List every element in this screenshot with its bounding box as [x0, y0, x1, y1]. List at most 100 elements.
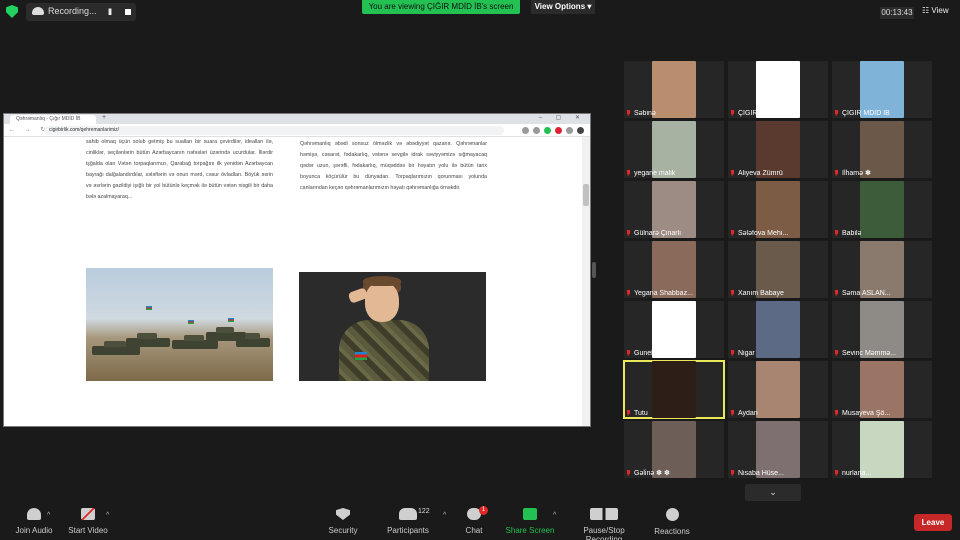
participant-tile[interactable]: Səma ASLAN...	[832, 241, 932, 298]
start-video-button[interactable]: Start Video	[48, 508, 128, 535]
shield-icon	[336, 508, 350, 520]
reactions-label: Reactions	[654, 527, 690, 536]
profile-avatar[interactable]	[577, 127, 584, 134]
participant-name: Sevinc Məmmə...	[834, 350, 896, 357]
participant-name: Yegana Shabbaz...	[626, 290, 693, 297]
browser-tab[interactable]: Qəhrəmanlıq - Çığır MDİD İB	[10, 115, 96, 124]
view-options-button[interactable]: View Options ▾	[531, 0, 595, 14]
participant-name: Musayeva Şö...	[834, 410, 890, 417]
participant-name-text: ÇIĞIR MDİD İB	[842, 110, 890, 117]
extension-icon[interactable]	[522, 127, 529, 134]
participant-name: Gunelmuhi	[626, 350, 668, 357]
reactions-button[interactable]: Reactions	[632, 508, 712, 536]
browser-tab-strip: Qəhrəmanlıq - Çığır MDİD İB + – ▢ ✕	[4, 114, 590, 124]
participant-name-text: Gülnarə Çinarlı	[634, 230, 682, 237]
mic-muted-icon	[731, 290, 734, 296]
gallery-next-page-button[interactable]: ⌄	[745, 484, 801, 501]
participant-tile[interactable]: Sələfova Mehi...	[728, 181, 828, 238]
participant-tile[interactable]: Gunelmuhi	[624, 301, 724, 358]
participant-tile[interactable]: ÇIĞIR MDİD İB	[728, 61, 828, 118]
meeting-toolbar: Join Audio ^ Start Video ^ Security 122 …	[0, 504, 960, 540]
participant-tile[interactable]: Aliyeva Zümrü	[728, 121, 828, 178]
participant-tile[interactable]: yegane malik	[624, 121, 724, 178]
window-controls[interactable]: – ▢ ✕	[539, 114, 586, 121]
mic-muted-icon	[731, 230, 734, 236]
participant-name: ÇIĞIR MDİD İB	[834, 110, 890, 117]
shield-icon[interactable]	[6, 5, 18, 18]
participant-name-text: Aydan	[738, 410, 758, 417]
participant-tile[interactable]: Səbinə	[624, 61, 724, 118]
mic-muted-icon	[835, 290, 838, 296]
new-tab-button[interactable]: +	[102, 114, 106, 121]
view-options-label: View Options	[534, 2, 586, 11]
participant-tile[interactable]: Gülnarə Çinarlı	[624, 181, 724, 238]
pause-recording-icon[interactable]: II	[108, 7, 112, 17]
mic-muted-icon	[627, 410, 630, 416]
mic-muted-icon	[835, 110, 838, 116]
participant-name-text: Yegana Shabbaz...	[634, 290, 693, 297]
meeting-timer: 00:13:43	[880, 7, 914, 19]
address-bar[interactable]: cigirbirlik.com/qehremanlarimiz/	[44, 126, 504, 135]
scrollbar-thumb[interactable]	[583, 184, 589, 206]
participant-name-text: Musayeva Şö...	[842, 410, 891, 417]
participant-name: İlhamə ✽	[834, 169, 871, 177]
page-scrollbar[interactable]	[582, 137, 590, 426]
emoji-icon	[665, 508, 679, 521]
participant-name-text: Sələfova Mehi...	[738, 230, 789, 237]
participant-tile[interactable]: Nisaba Hüse...	[728, 421, 828, 478]
participant-name-text: ÇIĞIR MDİD İB	[738, 110, 786, 117]
stop-recording-icon[interactable]	[125, 9, 131, 15]
mic-muted-icon	[835, 170, 838, 176]
pause-stop-icon	[590, 508, 618, 520]
participant-video	[652, 61, 696, 118]
mic-muted-icon	[627, 290, 630, 296]
mic-muted-icon	[627, 170, 630, 176]
gallery-view-button[interactable]: ☷ View	[922, 6, 949, 15]
share-screen-button[interactable]: Share Screen	[490, 508, 570, 535]
saluting-boy-photo	[299, 272, 486, 381]
participant-tile[interactable]: Musayeva Şö...	[832, 361, 932, 418]
participant-tile[interactable]: Xanım Babaye	[728, 241, 828, 298]
participant-tile[interactable]: Aydan	[728, 361, 828, 418]
video-off-icon	[81, 508, 95, 520]
participant-name-text: Gunelmuhi	[634, 350, 668, 357]
shared-screen: Qəhrəmanlıq - Çığır MDİD İB + – ▢ ✕ ← → …	[3, 113, 591, 427]
split-resize-handle[interactable]	[592, 262, 596, 278]
mic-muted-icon	[731, 170, 734, 176]
extension-icon[interactable]	[555, 127, 562, 134]
mic-muted-icon	[627, 230, 630, 236]
participants-count: 122	[418, 508, 430, 515]
extension-icon[interactable]	[533, 127, 540, 134]
recording-label: Recording...	[48, 6, 97, 16]
participants-label: Participants	[387, 526, 429, 535]
participant-name-text: Səma ASLAN...	[842, 290, 891, 297]
video-options-caret-icon[interactable]: ^	[106, 512, 109, 519]
participant-name: Gəlinə ✽ ✽	[626, 469, 670, 477]
share-options-caret-icon[interactable]: ^	[553, 512, 556, 519]
chat-label: Chat	[465, 526, 483, 535]
tanks-photo	[86, 268, 273, 381]
participant-tile[interactable]: Gəlinə ✽ ✽	[624, 421, 724, 478]
mic-muted-icon	[627, 470, 630, 476]
mic-muted-icon	[835, 350, 838, 356]
participant-tile[interactable]: ÇIĞIR MDİD İB	[832, 61, 932, 118]
participant-tile[interactable]: İlhamə ✽	[832, 121, 932, 178]
share-screen-icon	[523, 508, 537, 520]
view-label: View	[931, 6, 949, 15]
browser-toolbar: ← → ↻ cigirbirlik.com/qehremanlarimiz/	[4, 124, 590, 137]
participant-name-text: Gəlinə ✽ ✽	[634, 470, 670, 477]
mic-muted-icon	[627, 110, 630, 116]
participant-tile[interactable]: Babilə	[832, 181, 932, 238]
viewing-banner: You are viewing ÇIĞIR MDİD İB's screen	[362, 0, 520, 14]
mic-muted-icon	[627, 350, 630, 356]
extension-icon[interactable]	[544, 127, 551, 134]
extension-icon[interactable]	[566, 127, 573, 134]
leave-meeting-button[interactable]: Leave	[914, 514, 952, 531]
participant-tile[interactable]: Nigar	[728, 301, 828, 358]
participant-tile[interactable]: Sevinc Məmmə...	[832, 301, 932, 358]
participant-tile[interactable]: nurlana...	[832, 421, 932, 478]
zoom-meeting-window: Recording... II You are viewing ÇIĞIR MD…	[0, 0, 960, 540]
top-bar: Recording... II You are viewing ÇIĞIR MD…	[0, 0, 960, 22]
participant-tile[interactable]: Yegana Shabbaz...	[624, 241, 724, 298]
participant-tile[interactable]: Tutu	[623, 360, 725, 419]
